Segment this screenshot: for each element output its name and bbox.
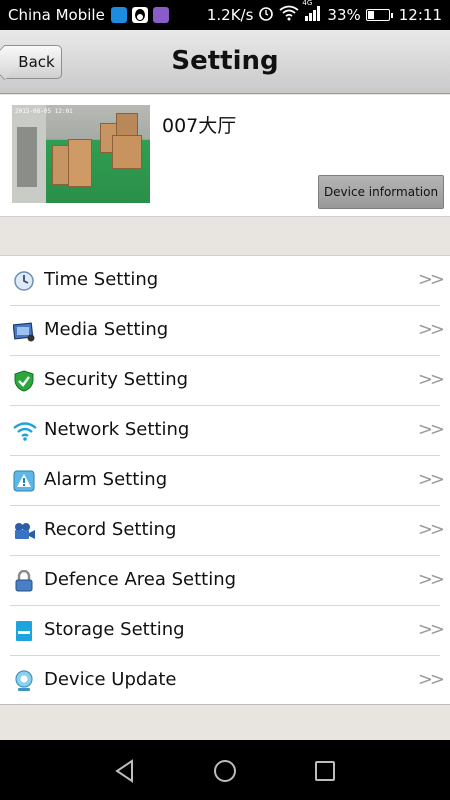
menu-item-alarm-setting[interactable]: Alarm Setting >> <box>0 456 450 506</box>
media-icon <box>12 320 35 342</box>
menu-item-security-setting[interactable]: Security Setting >> <box>0 356 450 406</box>
speed-label: 1.2K/s <box>206 6 254 24</box>
menu-item-record-setting[interactable]: Record Setting >> <box>0 506 450 556</box>
wifi-status-icon <box>279 5 299 25</box>
menu-item-network-setting[interactable]: Network Setting >> <box>0 406 450 456</box>
shield-icon <box>13 370 35 392</box>
chevron-right-icon: >> <box>417 569 445 590</box>
chevron-right-icon: >> <box>417 269 445 290</box>
signal-icon: 4G <box>302 0 322 25</box>
device-name: 007大厅 <box>162 115 237 137</box>
menu-item-defence-area-setting[interactable]: Defence Area Setting >> <box>0 556 450 606</box>
menu-item-label: Security Setting <box>44 369 189 390</box>
header-bar: Back Setting <box>0 30 450 94</box>
status-bar: China Mobile 1.2K/s 4G 33% 12:11 <box>0 0 450 30</box>
alarm-clock-icon <box>258 5 274 25</box>
menu-item-device-update[interactable]: Device Update >> <box>0 656 450 706</box>
lock-icon <box>13 569 35 592</box>
carrier-label: China Mobile <box>8 6 105 24</box>
gallery-app-icon <box>152 7 169 23</box>
chevron-right-icon: >> <box>417 319 445 340</box>
storage-icon <box>13 620 35 642</box>
network-type-label: 4G <box>302 0 313 7</box>
menu-item-label: Alarm Setting <box>44 469 168 490</box>
wifi-icon <box>13 420 37 442</box>
menu-item-storage-setting[interactable]: Storage Setting >> <box>0 606 450 656</box>
qq-app-icon <box>131 7 148 23</box>
camcorder-icon <box>13 520 35 542</box>
clock-icon <box>13 270 35 292</box>
menu-item-label: Record Setting <box>44 519 177 540</box>
chat-app-icon <box>110 7 127 23</box>
menu-item-label: Storage Setting <box>44 619 185 640</box>
menu-item-label: Network Setting <box>44 419 190 440</box>
webcam-icon <box>13 670 35 692</box>
nav-back-icon[interactable] <box>112 758 138 784</box>
thumbnail-timestamp: 2015-08-05 12:01 <box>15 108 73 115</box>
clock-time: 12:11 <box>398 6 442 24</box>
device-information-button[interactable]: Device information <box>318 175 444 209</box>
menu-item-label: Defence Area Setting <box>44 569 237 590</box>
battery-icon <box>365 9 393 21</box>
menu-item-label: Time Setting <box>44 269 159 290</box>
camera-thumbnail[interactable]: 2015-08-05 12:01 <box>12 105 150 203</box>
chevron-right-icon: >> <box>417 519 445 540</box>
menu-item-label: Media Setting <box>44 319 169 340</box>
system-nav-bar <box>0 740 450 800</box>
nav-home-icon[interactable] <box>212 758 238 784</box>
settings-menu: Time Setting >> Media Setting >> Securit… <box>0 255 450 705</box>
nav-recents-icon[interactable] <box>312 758 338 784</box>
chevron-right-icon: >> <box>417 369 445 390</box>
menu-item-media-setting[interactable]: Media Setting >> <box>0 306 450 356</box>
menu-item-label: Device Update <box>44 669 177 690</box>
page-title: Setting <box>171 46 279 76</box>
chevron-right-icon: >> <box>417 619 445 640</box>
alarm-icon <box>13 470 35 492</box>
chevron-right-icon: >> <box>417 419 445 440</box>
chevron-right-icon: >> <box>417 469 445 490</box>
menu-item-time-setting[interactable]: Time Setting >> <box>0 256 450 306</box>
chevron-right-icon: >> <box>417 669 445 690</box>
battery-percent: 33% <box>327 6 361 24</box>
